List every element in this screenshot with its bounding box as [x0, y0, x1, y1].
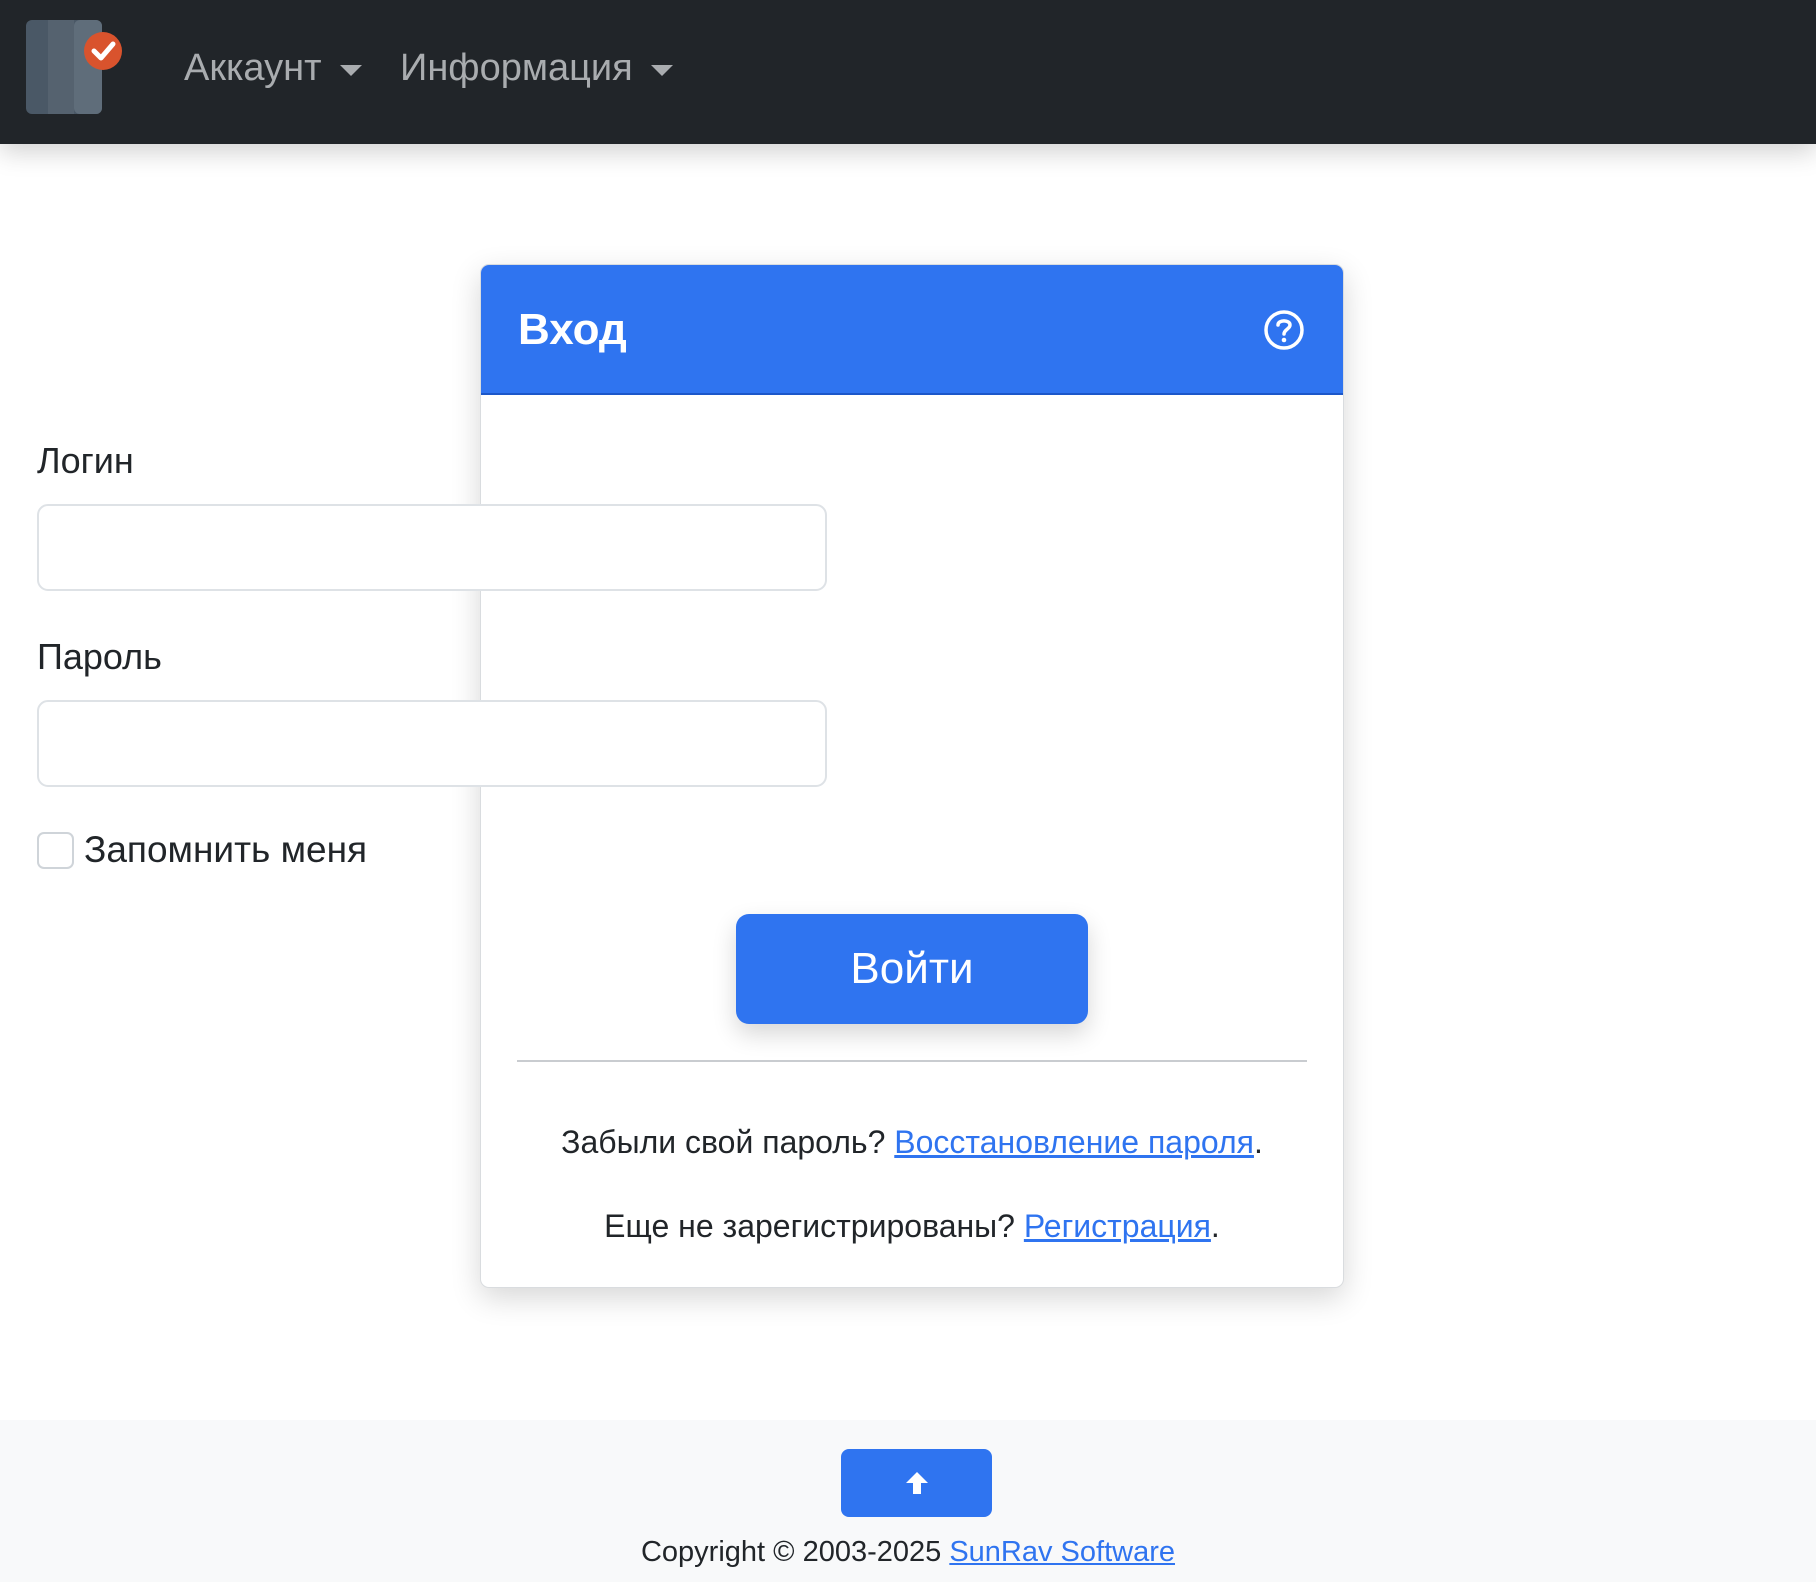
nav-info-dropdown[interactable]: Информация	[400, 42, 673, 94]
password-input[interactable]	[37, 700, 827, 787]
remember-me[interactable]: Запомнить меня	[37, 829, 368, 870]
app-logo[interactable]	[26, 20, 122, 116]
recover-password-link[interactable]: Восстановление пароля	[894, 1124, 1254, 1160]
nav-account-dropdown[interactable]: Аккаунт	[184, 42, 362, 94]
company-link[interactable]: SunRav Software	[949, 1536, 1175, 1568]
nav-info-label: Информация	[400, 46, 633, 89]
scroll-to-top-button[interactable]	[841, 1449, 992, 1517]
footer: Copyright © 2003-2025 SunRav Software	[0, 1420, 1816, 1582]
forgot-password-text: Забыли свой пароль?	[561, 1124, 895, 1160]
password-label: Пароль	[37, 636, 162, 677]
login-label: Логин	[37, 440, 134, 481]
card-header: Вход	[481, 265, 1343, 395]
register-end: .	[1210, 1208, 1220, 1244]
login-input[interactable]	[37, 504, 827, 591]
register-text: Еще не зарегистрированы?	[604, 1208, 1024, 1244]
login-submit-button[interactable]: Войти	[736, 914, 1088, 1024]
arrow-up-icon	[905, 1472, 928, 1494]
remember-checkbox[interactable]	[37, 831, 74, 869]
register-link[interactable]: Регистрация	[1024, 1208, 1211, 1244]
forgot-end: .	[1253, 1124, 1263, 1160]
question-circle-icon[interactable]	[1263, 309, 1305, 351]
copyright: Copyright © 2003-2025 SunRav Software	[0, 1536, 1816, 1569]
caret-down-icon	[339, 64, 362, 76]
card-title: Вход	[518, 305, 627, 354]
remember-label: Запомнить меня	[84, 829, 368, 870]
register-line: Еще не зарегистрированы? Регистрация.	[480, 1208, 1344, 1245]
forgot-password-line: Забыли свой пароль? Восстановление парол…	[480, 1124, 1344, 1161]
copyright-text: Copyright © 2003-2025	[640, 1536, 950, 1568]
nav-account-label: Аккаунт	[184, 46, 322, 89]
caret-down-icon	[650, 64, 673, 76]
top-navbar: Аккаунт Информация	[0, 0, 1816, 144]
